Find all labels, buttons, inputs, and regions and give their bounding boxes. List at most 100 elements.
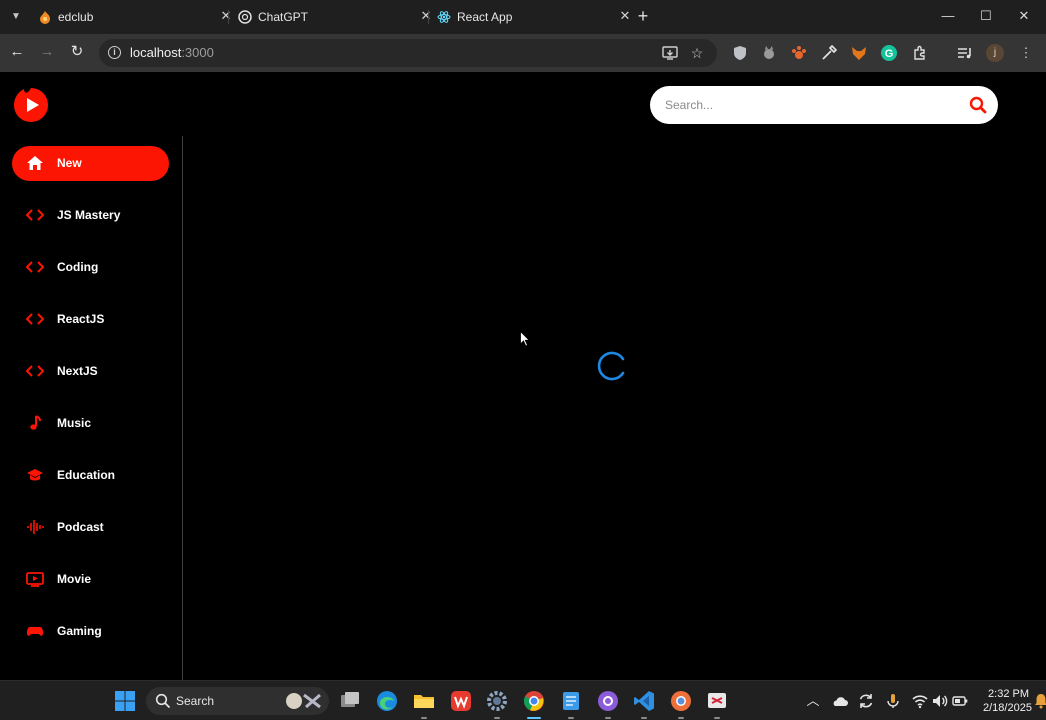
category-education[interactable]: Education bbox=[12, 458, 169, 493]
eyedropper-extension-icon[interactable] bbox=[820, 44, 838, 62]
address-bar[interactable]: i localhost:3000 ☆ bbox=[99, 39, 717, 67]
battery-icon[interactable] bbox=[951, 692, 969, 710]
task-view-icon[interactable] bbox=[338, 689, 362, 713]
clock-time: 2:32 PM bbox=[988, 688, 1029, 700]
loading-spinner-icon bbox=[597, 351, 625, 381]
back-button[interactable]: ← bbox=[7, 42, 27, 62]
running-indicator bbox=[421, 717, 427, 719]
search-icon[interactable] bbox=[968, 95, 988, 115]
search-highlight-icon bbox=[286, 693, 321, 709]
running-indicator-active bbox=[527, 717, 541, 719]
tab-chatgpt[interactable]: ChatGPT ✕ bbox=[238, 0, 434, 34]
chrome-icon[interactable] bbox=[522, 689, 546, 713]
category-label: Movie bbox=[57, 572, 92, 586]
category-music[interactable]: Music bbox=[12, 406, 169, 441]
reload-button[interactable]: ↻ bbox=[67, 42, 87, 62]
settings-gear-icon[interactable] bbox=[485, 689, 509, 713]
category-gaming[interactable]: Gaming bbox=[12, 614, 169, 649]
code-icon bbox=[26, 261, 44, 273]
paw-extension-icon[interactable] bbox=[790, 44, 808, 62]
tab-title: React App bbox=[457, 10, 513, 24]
minimize-button[interactable]: — bbox=[936, 6, 960, 26]
running-indicator bbox=[678, 717, 684, 719]
svg-text:G: G bbox=[885, 48, 894, 60]
edge-icon[interactable] bbox=[375, 689, 399, 713]
maximize-button[interactable]: ☐ bbox=[974, 6, 998, 26]
shield-extension-icon[interactable] bbox=[731, 44, 749, 62]
category-coding[interactable]: Coding bbox=[12, 250, 169, 285]
category-label: Podcast bbox=[57, 520, 104, 534]
tab-divider bbox=[428, 10, 429, 24]
bookmark-star-icon[interactable]: ☆ bbox=[688, 44, 706, 62]
category-new[interactable]: New bbox=[12, 146, 169, 181]
windows-taskbar: Search ︿ 2:32 PM 2/18/2025 bbox=[0, 680, 1046, 720]
running-indicator bbox=[494, 717, 500, 719]
close-icon[interactable]: ✕ bbox=[218, 9, 234, 23]
extensions-puzzle-icon[interactable] bbox=[911, 44, 929, 62]
new-tab-button[interactable]: + bbox=[634, 6, 652, 26]
category-nextjs[interactable]: NextJS bbox=[12, 354, 169, 389]
close-icon[interactable]: ✕ bbox=[418, 9, 434, 23]
wps-office-icon[interactable] bbox=[449, 689, 473, 713]
search-icon bbox=[155, 693, 171, 709]
tab-search-dropdown[interactable]: ▼ bbox=[6, 8, 26, 26]
grammarly-icon[interactable]: G bbox=[880, 44, 898, 62]
taskbar-search-box[interactable]: Search bbox=[146, 687, 329, 715]
notification-bell-icon[interactable] bbox=[1032, 692, 1046, 710]
category-sidebar: New JS Mastery Coding ReactJS NextJS Mus… bbox=[0, 136, 183, 680]
site-info-icon[interactable]: i bbox=[108, 46, 121, 59]
running-indicator bbox=[605, 717, 611, 719]
tab-react-app[interactable]: React App ✕ bbox=[437, 0, 633, 34]
search-input[interactable] bbox=[665, 95, 945, 115]
category-label: Coding bbox=[57, 260, 99, 274]
microphone-icon[interactable] bbox=[884, 692, 902, 710]
vscode-icon[interactable] bbox=[632, 689, 656, 713]
notepad-icon[interactable] bbox=[559, 689, 583, 713]
chrome-dev-icon[interactable] bbox=[669, 689, 693, 713]
category-label: JS Mastery bbox=[57, 208, 121, 222]
youtube-logo-icon[interactable] bbox=[12, 86, 50, 124]
snipping-tool-icon[interactable] bbox=[705, 689, 729, 713]
close-icon[interactable]: ✕ bbox=[617, 9, 633, 23]
category-podcast[interactable]: Podcast bbox=[12, 510, 169, 545]
wifi-icon[interactable] bbox=[911, 692, 929, 710]
cat-extension-icon[interactable] bbox=[760, 44, 778, 62]
running-indicator bbox=[641, 717, 647, 719]
category-label: Music bbox=[57, 416, 92, 430]
category-label: Gaming bbox=[57, 624, 102, 638]
taskbar-clock[interactable]: 2:32 PM 2/18/2025 bbox=[983, 687, 1032, 715]
url-text[interactable]: localhost:3000 bbox=[130, 45, 214, 61]
category-label: ReactJS bbox=[57, 312, 105, 326]
category-label: New bbox=[57, 156, 82, 170]
onedrive-cloud-icon[interactable] bbox=[831, 692, 849, 710]
url-host: localhost bbox=[130, 45, 182, 60]
forward-button[interactable]: → bbox=[37, 42, 57, 62]
install-app-icon[interactable] bbox=[661, 44, 679, 62]
category-movie[interactable]: Movie bbox=[12, 562, 169, 597]
category-next-partial[interactable] bbox=[12, 666, 169, 680]
react-icon bbox=[437, 11, 451, 23]
github-desktop-icon[interactable] bbox=[596, 689, 620, 713]
tab-edclub[interactable]: edclub ✕ bbox=[38, 0, 234, 34]
tab-title: edclub bbox=[58, 10, 94, 24]
running-indicator bbox=[568, 717, 574, 719]
profile-avatar[interactable]: j bbox=[986, 44, 1004, 62]
fox-extension-icon[interactable] bbox=[850, 44, 868, 62]
taskbar-search-label: Search bbox=[176, 694, 215, 708]
windows-start-icon[interactable] bbox=[113, 689, 137, 713]
tab-divider bbox=[228, 10, 229, 24]
file-explorer-icon[interactable] bbox=[412, 689, 436, 713]
app-page: New JS Mastery Coding ReactJS NextJS bbox=[0, 72, 1046, 680]
edclub-icon bbox=[40, 11, 50, 24]
volume-icon[interactable] bbox=[931, 692, 949, 710]
sync-icon[interactable] bbox=[857, 692, 875, 710]
code-icon bbox=[26, 209, 44, 221]
media-controls-icon[interactable] bbox=[956, 44, 974, 62]
more-menu-icon[interactable]: ⋮ bbox=[1017, 44, 1035, 62]
chatgpt-icon bbox=[238, 10, 252, 24]
category-reactjs[interactable]: ReactJS bbox=[12, 302, 169, 337]
gamepad-icon bbox=[27, 627, 43, 636]
category-js-mastery[interactable]: JS Mastery bbox=[12, 198, 169, 233]
show-hidden-icons-chevron-icon[interactable]: ︿ bbox=[804, 692, 822, 710]
close-window-button[interactable]: ✕ bbox=[1012, 6, 1036, 26]
